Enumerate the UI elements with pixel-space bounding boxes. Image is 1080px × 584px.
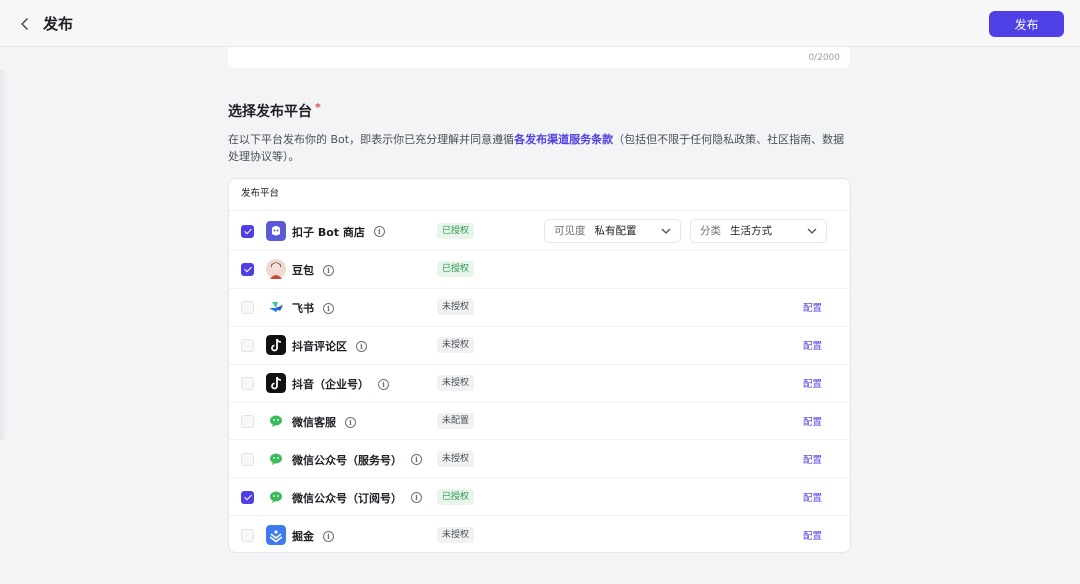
- info-icon[interactable]: i: [323, 530, 334, 542]
- platform-name: 抖音（企业号） i: [292, 376, 389, 392]
- platform-row: 扣子 Bot 商店 i 已授权 可见度 私有配置 分类 生活方式: [229, 211, 850, 251]
- status-badge: 未授权: [437, 527, 475, 544]
- status-badge: 未授权: [437, 375, 475, 392]
- platform-name-text: 微信公众号（订阅号）: [292, 491, 402, 505]
- section-title: 选择发布平台 *: [228, 101, 321, 121]
- configure-link[interactable]: 配置: [803, 528, 822, 542]
- visibility-label: 可见度: [554, 225, 586, 237]
- description-textarea[interactable]: 0/2000: [228, 47, 850, 68]
- configure-link[interactable]: 配置: [803, 490, 822, 504]
- platform-name: 微信客服 i: [292, 414, 356, 430]
- juejin-icon: [266, 525, 286, 546]
- section-title-text: 选择发布平台: [228, 104, 312, 120]
- info-icon[interactable]: i: [411, 454, 422, 466]
- status-badge: 未授权: [437, 450, 475, 467]
- chevron-left-icon: [20, 17, 29, 31]
- info-icon[interactable]: i: [345, 416, 356, 428]
- terms-description: 在以下平台发布你的 Bot，即表示你已充分理解并同意遵循各发布渠道服务条款（包括…: [228, 131, 854, 165]
- platform-name: 微信公众号（服务号） i: [292, 452, 422, 468]
- top-bar: 发布 发布: [0, 0, 1080, 47]
- platform-row: 抖音评论区 i 未授权 配置: [229, 327, 850, 365]
- status-badge: 已授权: [437, 261, 475, 278]
- configure-link[interactable]: 配置: [803, 414, 822, 428]
- char-counter: 0/2000: [808, 53, 840, 63]
- platform-name-text: 豆包: [292, 264, 314, 278]
- page-title: 发布: [43, 15, 74, 33]
- desc-text-before: 在以下平台发布你的 Bot，即表示你已充分理解并同意遵循: [228, 133, 515, 146]
- douyin-icon: [266, 373, 286, 394]
- platform-checkbox[interactable]: [241, 490, 254, 504]
- coze-store-icon: [266, 220, 286, 241]
- status-badge: 已授权: [437, 488, 475, 505]
- platform-name-text: 抖音评论区: [292, 340, 347, 354]
- platform-checkbox[interactable]: [241, 529, 254, 543]
- platform-checkbox[interactable]: [241, 263, 254, 277]
- required-mark: *: [315, 101, 321, 114]
- table-header: 发布平台: [229, 179, 850, 211]
- info-icon[interactable]: i: [323, 264, 334, 276]
- platform-row: 掘金 i 未授权 配置: [229, 516, 850, 552]
- platform-row: 飞书 i 未授权 配置: [229, 289, 850, 327]
- platform-checkbox[interactable]: [241, 415, 254, 428]
- chevron-down-icon: [807, 228, 817, 234]
- status-badge: 未授权: [437, 337, 475, 354]
- platform-checkbox[interactable]: [241, 224, 254, 238]
- category-label: 分类: [700, 225, 721, 237]
- status-badge: 已授权: [437, 222, 475, 239]
- feishu-icon: [266, 297, 286, 317]
- status-badge: 未授权: [437, 299, 475, 316]
- info-icon[interactable]: i: [373, 226, 385, 237]
- visibility-value: 私有配置: [594, 225, 637, 237]
- terms-link[interactable]: 各发布渠道服务条款: [514, 133, 613, 146]
- category-value: 生活方式: [730, 225, 772, 237]
- info-icon[interactable]: i: [378, 378, 389, 390]
- platform-name: 微信公众号（订阅号） i: [292, 490, 422, 506]
- info-icon[interactable]: i: [411, 492, 422, 504]
- platform-row: 微信公众号（订阅号） i 已授权 配置: [229, 478, 850, 517]
- platform-checkbox[interactable]: [241, 301, 254, 315]
- platform-name-text: 微信公众号（服务号）: [292, 453, 402, 467]
- chevron-down-icon: [661, 228, 671, 234]
- platform-name-text: 掘金: [292, 530, 314, 544]
- platform-row: 豆包 i 已授权: [229, 251, 850, 289]
- platform-name: 豆包 i: [292, 262, 334, 278]
- platform-name-text: 飞书: [292, 302, 314, 316]
- configure-link[interactable]: 配置: [803, 452, 822, 466]
- publish-button[interactable]: 发布: [989, 11, 1064, 37]
- platform-name: 抖音评论区 i: [292, 338, 367, 354]
- info-icon[interactable]: i: [323, 302, 334, 314]
- douyin-icon: [266, 335, 286, 356]
- platform-checkbox[interactable]: [241, 339, 254, 353]
- platform-name-text: 扣子 Bot 商店: [292, 225, 365, 239]
- configure-link[interactable]: 配置: [803, 376, 822, 390]
- platform-name-text: 微信客服: [292, 416, 336, 429]
- platform-name: 掘金 i: [292, 528, 334, 544]
- info-icon[interactable]: i: [356, 340, 367, 352]
- platform-row: 微信公众号（服务号） i 未授权 配置: [229, 440, 850, 479]
- visibility-select[interactable]: 可见度 私有配置: [544, 218, 681, 243]
- doubao-icon: [266, 259, 286, 280]
- platform-name: 飞书 i: [292, 300, 334, 316]
- status-badge: 未配置: [437, 413, 475, 429]
- platform-row: 抖音（企业号） i 未授权 配置: [229, 365, 850, 403]
- platform-table: 发布平台 扣子 Bot 商店 i 已授权 可见度 私有配置 分类 生活方式 豆包 i 已授权 飞书 i…: [228, 178, 851, 553]
- back-button[interactable]: [14, 12, 36, 36]
- side-panel-edge: [0, 70, 8, 440]
- platform-row: 微信客服 i 未配置 配置: [229, 403, 850, 441]
- wechat-icon: [266, 487, 286, 507]
- wechat-icon: [266, 411, 286, 431]
- category-select[interactable]: 分类 生活方式: [690, 218, 827, 243]
- configure-link[interactable]: 配置: [803, 338, 822, 352]
- platform-name-text: 抖音（企业号）: [292, 378, 369, 392]
- platform-checkbox[interactable]: [241, 452, 254, 466]
- platform-name: 扣子 Bot 商店 i: [292, 224, 385, 240]
- configure-link[interactable]: 配置: [803, 300, 822, 314]
- platform-checkbox[interactable]: [241, 377, 254, 391]
- wechat-icon: [266, 449, 286, 469]
